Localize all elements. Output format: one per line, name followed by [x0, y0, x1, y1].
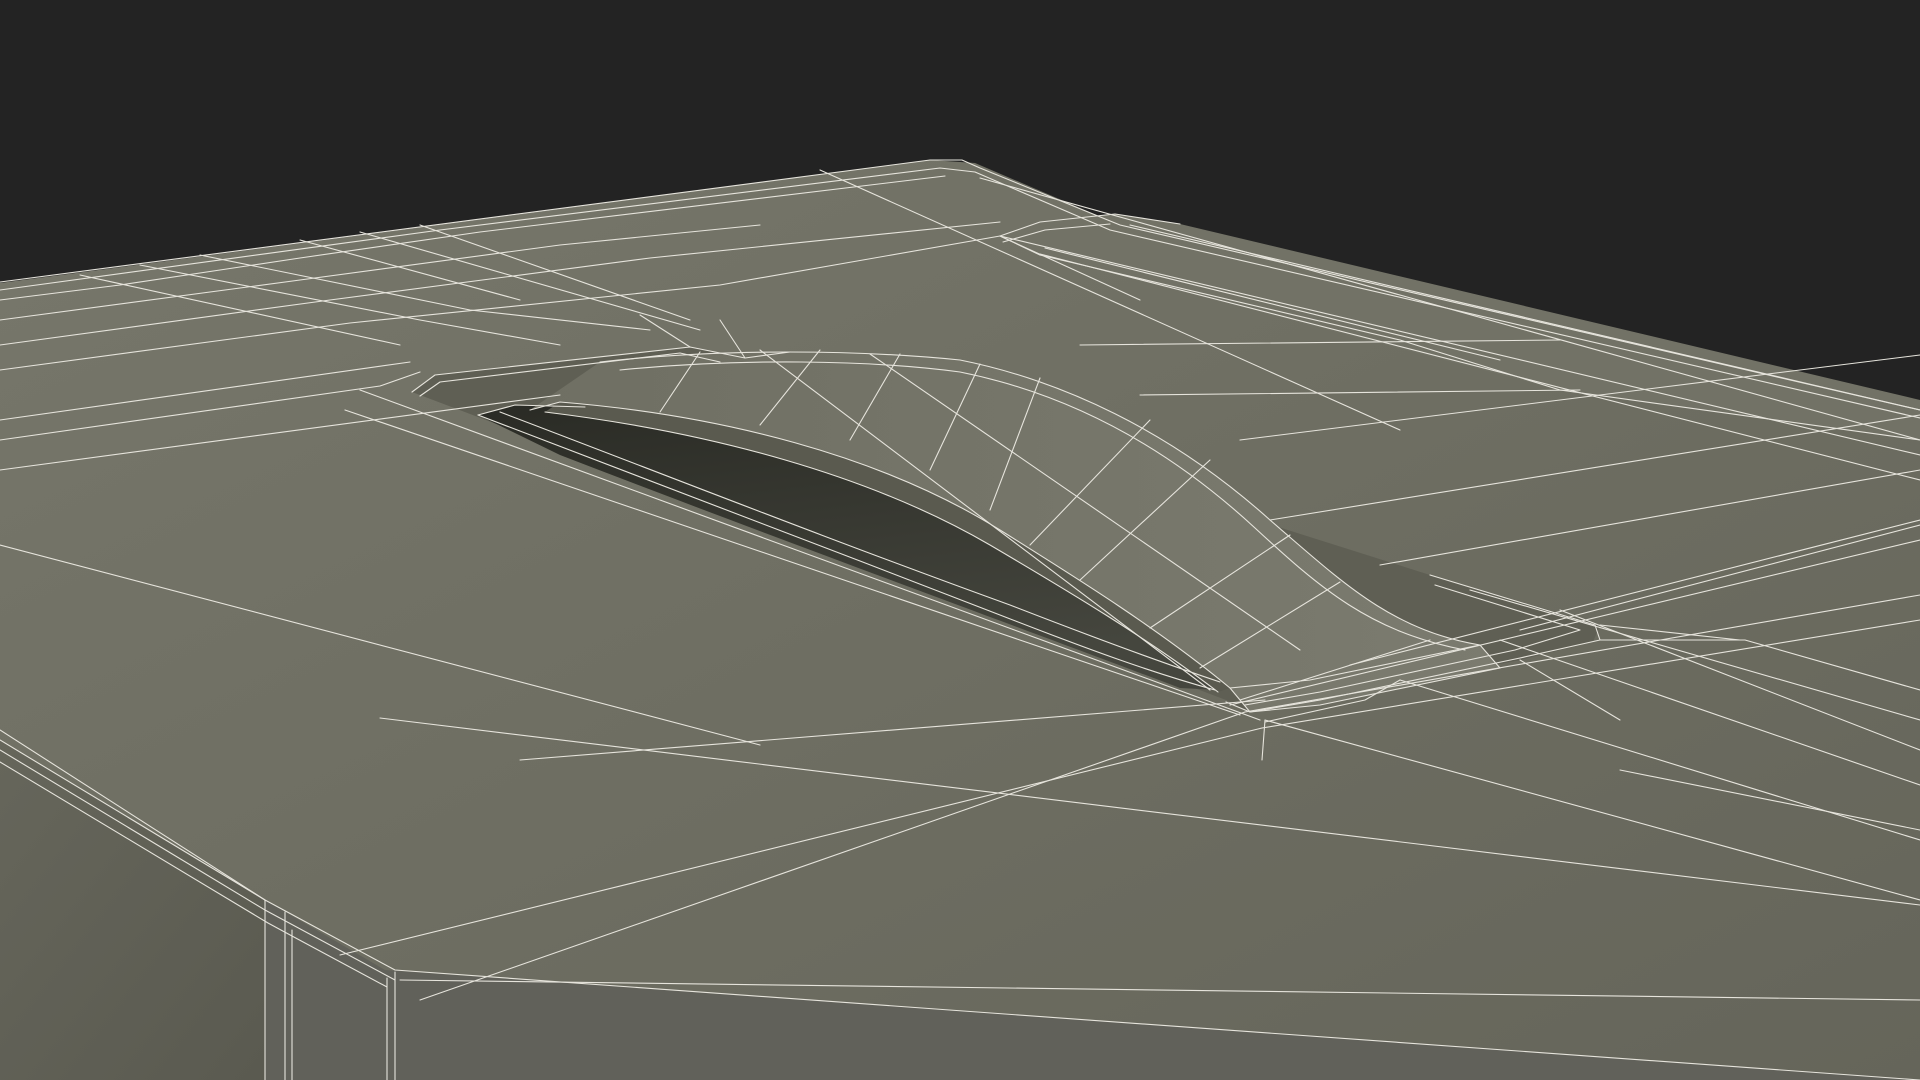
wireframe-render — [0, 0, 1920, 1080]
render-viewport — [0, 0, 1920, 1080]
